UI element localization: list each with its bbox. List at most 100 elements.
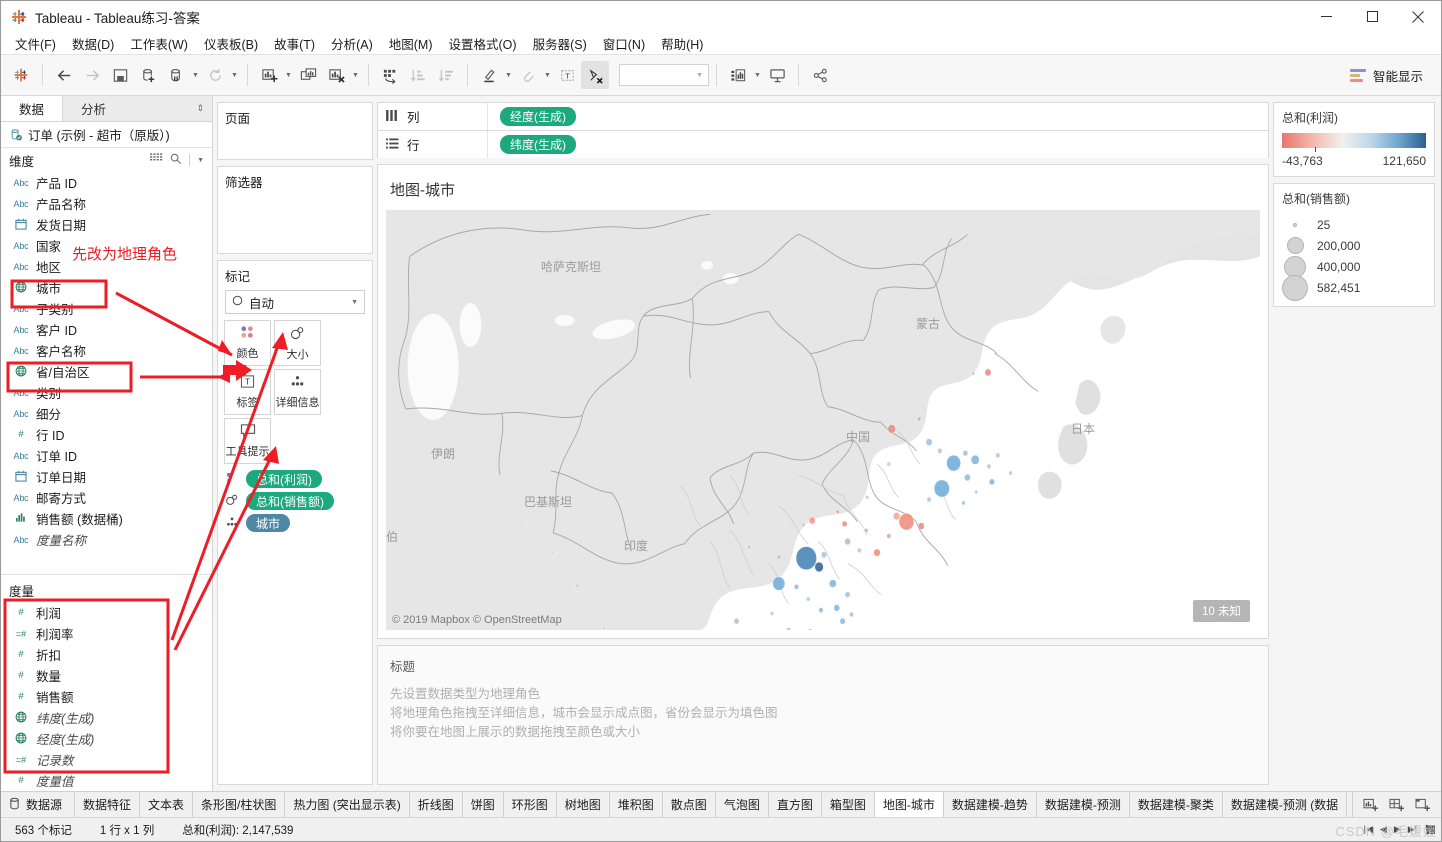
dimension-item[interactable]: Abc 地区 <box>1 256 212 277</box>
dimension-item[interactable]: 订单日期 <box>1 466 212 487</box>
detail-button[interactable]: 详细信息 <box>274 369 321 415</box>
size-button[interactable]: 大小 <box>274 320 321 366</box>
new-story-icon[interactable] <box>1411 794 1435 816</box>
last-sheet-icon[interactable]: ▶| <box>1406 824 1419 835</box>
refresh-icon[interactable] <box>201 61 229 89</box>
dimension-item[interactable]: Abc 类别 <box>1 382 212 403</box>
measure-item[interactable]: 纬度(生成) <box>1 707 212 728</box>
color-button[interactable]: 颜色 <box>224 320 271 366</box>
next-sheet-icon[interactable]: ▶ <box>1392 824 1403 835</box>
new-dashboard-icon[interactable] <box>1385 794 1409 816</box>
dimension-item[interactable]: Abc 子类别 <box>1 298 212 319</box>
forward-arrow-icon[interactable] <box>78 61 106 89</box>
menu-dashboard[interactable]: 仪表板(B) <box>196 32 266 55</box>
measure-item[interactable]: =# 记录数 <box>1 749 212 770</box>
group-icon[interactable] <box>514 61 542 89</box>
sheet-tab[interactable]: 环形图 <box>504 792 557 817</box>
pill-city[interactable]: 城市 <box>246 514 291 532</box>
unknown-locations-badge[interactable]: 10 未知 <box>1193 600 1250 622</box>
sheet-tab[interactable]: 箱型图 <box>822 792 875 817</box>
show-hide-cards-caret-icon[interactable]: ▼ <box>752 61 763 89</box>
fix-axes-icon[interactable] <box>581 61 609 89</box>
color-legend[interactable]: 总和(利润) -43,763 121,650 <box>1273 102 1435 177</box>
search-icon[interactable] <box>170 153 182 168</box>
menu-file[interactable]: 文件(F) <box>7 32 64 55</box>
chevron-down-icon[interactable]: ▼ <box>197 157 204 164</box>
sheet-tab[interactable]: 气泡图 <box>716 792 769 817</box>
clear-sheet-icon[interactable] <box>322 61 350 89</box>
minimize-button[interactable] <box>1303 1 1349 32</box>
tab-data-source[interactable]: 数据源 <box>1 792 76 817</box>
presentation-icon[interactable] <box>763 61 791 89</box>
pause-auto-update-icon[interactable] <box>162 61 190 89</box>
dimension-item[interactable]: 城市 <box>1 277 212 298</box>
menu-map[interactable]: 地图(M) <box>381 32 441 55</box>
dimension-item[interactable]: Abc 客户名称 <box>1 340 212 361</box>
sheet-tab[interactable]: 散点图 <box>663 792 716 817</box>
measure-item[interactable]: # 数量 <box>1 665 212 686</box>
dimension-item[interactable]: Abc 国家 <box>1 235 212 256</box>
menu-story[interactable]: 故事(T) <box>266 32 323 55</box>
tableau-home-icon[interactable] <box>7 61 35 89</box>
caption-card[interactable]: 标题 先设置数据类型为地理角色 将地理角色拖拽至详细信息，城市会显示成点图，省份… <box>377 645 1269 785</box>
menu-help[interactable]: 帮助(H) <box>653 32 711 55</box>
menu-server[interactable]: 服务器(S) <box>525 32 595 55</box>
dimension-item[interactable]: 发货日期 <box>1 214 212 235</box>
filters-card[interactable]: 筛选器 <box>217 166 373 254</box>
measure-item[interactable]: # 利润 <box>1 602 212 623</box>
sort-ascending-icon[interactable] <box>404 61 432 89</box>
dimension-item[interactable]: # 行 ID <box>1 424 212 445</box>
close-button[interactable] <box>1395 1 1441 32</box>
sheet-tab[interactable]: 堆积图 <box>610 792 663 817</box>
menu-window[interactable]: 窗口(N) <box>595 32 653 55</box>
sheet-tab[interactable]: 饼图 <box>463 792 504 817</box>
show-mark-labels-icon[interactable]: T <box>553 61 581 89</box>
show-me-button[interactable]: 智能显示 <box>1349 66 1435 85</box>
new-worksheet-caret-icon[interactable]: ▼ <box>283 61 294 89</box>
sheet-tab[interactable]: 地图-城市 <box>874 792 944 817</box>
sheet-tab[interactable]: 数据建模-聚类 <box>1130 792 1223 817</box>
measure-item[interactable]: 经度(生成) <box>1 728 212 749</box>
prev-sheet-icon[interactable]: ◀ <box>1378 824 1389 835</box>
dimension-item[interactable]: Abc 产品名称 <box>1 193 212 214</box>
maximize-button[interactable] <box>1349 1 1395 32</box>
measure-item[interactable]: # 度量值 <box>1 770 212 791</box>
fit-dropdown[interactable]: ▼ <box>619 64 709 86</box>
pill-sum-sales[interactable]: 总和(销售额) <box>246 492 334 510</box>
data-source-row[interactable]: 订单 (示例 - 超市（原版）) <box>1 122 212 148</box>
size-legend[interactable]: 总和(销售额) 25 200,000 400,000 582,451 <box>1273 183 1435 307</box>
label-button[interactable]: T 标签 <box>224 369 271 415</box>
new-worksheet-icon[interactable] <box>1359 794 1383 816</box>
resize-grip-icon[interactable] <box>1426 825 1435 834</box>
sheet-tab[interactable]: 数据建模-预测 (数据 <box>1223 792 1348 817</box>
refresh-dropdown-caret-icon[interactable]: ▼ <box>229 61 240 89</box>
sheet-tab[interactable]: 条形图/柱状图 <box>193 792 286 817</box>
dimension-item[interactable]: Abc 细分 <box>1 403 212 424</box>
measure-item[interactable]: =# 利润率 <box>1 623 212 644</box>
tooltip-button[interactable]: 工具提示 <box>224 418 271 464</box>
map-canvas[interactable]: 哈萨克斯坦 蒙古 中国 伊朗 巴基斯坦 印度 日本伯 © 2019 Mapbox © Ope… <box>386 210 1260 630</box>
sheet-tab[interactable]: 直方图 <box>769 792 822 817</box>
measure-item[interactable]: # 折扣 <box>1 644 212 665</box>
menu-format[interactable]: 设置格式(O) <box>441 32 525 55</box>
back-arrow-icon[interactable] <box>50 61 78 89</box>
share-icon[interactable] <box>806 61 834 89</box>
sheet-tab[interactable]: 折线图 <box>410 792 463 817</box>
menu-data[interactable]: 数据(D) <box>64 32 122 55</box>
dimension-item[interactable]: Abc 订单 ID <box>1 445 212 466</box>
grid-view-icon[interactable] <box>150 153 163 167</box>
pages-card[interactable]: 页面 <box>217 102 373 160</box>
menu-worksheet[interactable]: 工作表(W) <box>122 32 196 55</box>
sheet-tab[interactable]: 数据建模-趋势 <box>944 792 1037 817</box>
dimension-item[interactable]: Abc 邮寄方式 <box>1 487 212 508</box>
sheet-tab[interactable]: 树地图 <box>557 792 610 817</box>
pause-dropdown-caret-icon[interactable]: ▼ <box>190 61 201 89</box>
first-sheet-icon[interactable]: |◀ <box>1362 824 1375 835</box>
sheet-tab[interactable]: 文本表 <box>140 792 194 817</box>
highlight-caret-icon[interactable]: ▼ <box>503 61 514 89</box>
duplicate-sheet-icon[interactable] <box>294 61 322 89</box>
pill-latitude[interactable]: 纬度(生成) <box>500 135 576 154</box>
measure-item[interactable]: # 销售额 <box>1 686 212 707</box>
new-data-source-icon[interactable] <box>134 61 162 89</box>
dimension-item[interactable]: 销售额 (数据桶) <box>1 508 212 529</box>
